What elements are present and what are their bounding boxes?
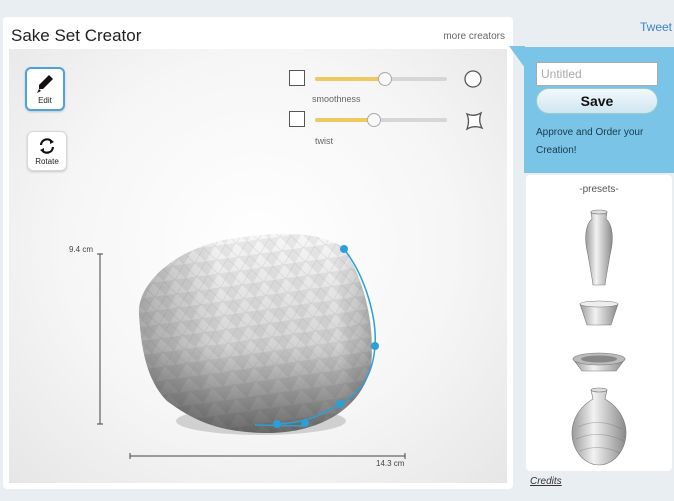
preset-round-vase[interactable] [566, 387, 632, 467]
presets-title: -presets- [579, 184, 619, 195]
preset-sake-cup[interactable] [578, 299, 620, 329]
app-title: Sake Set Creator [11, 26, 142, 45]
control-point[interactable] [336, 400, 344, 408]
more-creators-link[interactable]: more creators [443, 31, 505, 42]
control-point[interactable] [340, 245, 348, 253]
vessel-scene [97, 233, 406, 459]
control-point[interactable] [301, 419, 309, 427]
creation-name-input[interactable] [536, 62, 658, 86]
approve-order-text[interactable]: Approve and Order your Creation! [536, 124, 668, 160]
control-point[interactable] [273, 420, 281, 428]
panel-pointer [509, 46, 525, 68]
save-button[interactable]: Save [536, 88, 658, 114]
preset-shallow-dish[interactable] [570, 347, 628, 375]
width-label: 14.3 cm [376, 459, 405, 468]
preset-tall-vase[interactable] [582, 209, 616, 289]
height-label: 9.4 cm [69, 245, 94, 254]
credits-link[interactable]: Credits [530, 476, 562, 487]
top-strip [0, 0, 674, 10]
presets-panel: -presets- [526, 175, 672, 471]
3d-viewport[interactable]: Edit Rotate smoothness twist 9.4 cm 14.3… [9, 49, 507, 483]
control-point[interactable] [371, 342, 379, 350]
main-panel: Sake Set Creator more creators Edit Rota… [3, 17, 513, 489]
tweet-link[interactable]: Tweet [640, 20, 672, 34]
